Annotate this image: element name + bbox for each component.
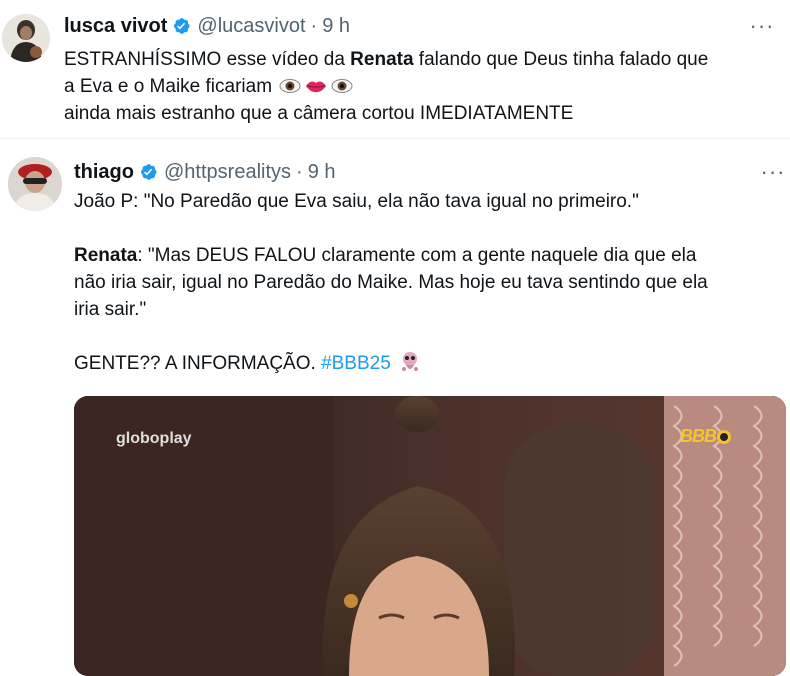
more-options-icon[interactable]: ··· xyxy=(749,15,775,40)
verified-badge-icon[interactable] xyxy=(138,162,158,182)
display-name[interactable]: thiago xyxy=(74,160,134,184)
tweet-text: ESTRANHÍSSIMO esse vídeo da Renata falan… xyxy=(64,46,708,127)
avatar-image xyxy=(8,157,62,211)
tweet-line-3: ainda mais estranho que a câmera cortou … xyxy=(64,100,708,127)
globoplay-watermark: globoplay xyxy=(116,430,192,447)
eye-emoji-icon xyxy=(331,75,353,93)
eye-emoji-icon xyxy=(279,75,301,93)
tweet-para-3: GENTE?? A INFORMAÇÃO. #BBB25 xyxy=(74,350,708,377)
bold-text: Renata xyxy=(74,245,138,266)
verified-badge-icon[interactable] xyxy=(171,16,191,36)
more-options-icon[interactable]: ··· xyxy=(760,161,786,186)
tweet-lucasvivot[interactable]: lusca vivot @lucasvivot · 9 h ··· ESTRAN… xyxy=(0,0,790,138)
handle[interactable]: @httpsrealitys xyxy=(164,160,291,184)
avatar-image xyxy=(2,14,50,62)
text-segment: ainda mais estranho que a câmera cortou … xyxy=(64,103,574,124)
tweet-para-2-line-3: iria sair." xyxy=(74,299,147,320)
tweet-header: thiago @httpsrealitys · 9 h xyxy=(74,160,336,184)
timestamp[interactable]: 9 h xyxy=(322,14,350,38)
bbb-logo: BBB xyxy=(680,426,731,447)
handle[interactable]: @lucasvivot xyxy=(197,14,305,38)
bbb-logo-text: BBB xyxy=(680,426,717,446)
text-segment: falando que Deus tinha falado que xyxy=(413,49,709,70)
avatar-httpsrealitys[interactable] xyxy=(8,157,62,211)
tweet-text: João P: "No Paredão que Eva saiu, ela nã… xyxy=(74,188,708,377)
separator-dot: · xyxy=(296,161,303,183)
bbb-eye-icon xyxy=(717,429,731,444)
tweet-para-2-line-2: não iria sair, igual no Paredão do Maike… xyxy=(74,272,708,293)
text-segment: a Eva e o Maike ficariam xyxy=(64,76,273,97)
text-segment: GENTE?? A INFORMAÇÃO. xyxy=(74,353,322,374)
alien-emoji-icon xyxy=(400,351,420,373)
text-segment: : "Mas DEUS FALOU claramente com a gente… xyxy=(137,245,697,266)
bold-text: Renata xyxy=(350,49,414,70)
tweet-para-1: João P: "No Paredão que Eva saiu, ela nã… xyxy=(74,191,639,212)
tweet-header: lusca vivot @lucasvivot · 9 h xyxy=(64,14,350,38)
tweet-para-2-line-1: Renata: "Mas DEUS FALOU claramente com a… xyxy=(74,242,708,269)
lips-emoji-icon xyxy=(305,75,327,93)
tweet-media-video[interactable]: globoplay BBB xyxy=(74,396,786,676)
avatar-lucasvivot[interactable] xyxy=(2,14,50,62)
separator-dot: · xyxy=(310,15,318,37)
display-name[interactable]: lusca vivot xyxy=(64,14,167,38)
tweet-line-1: ESTRANHÍSSIMO esse vídeo da Renata falan… xyxy=(64,46,708,73)
timestamp[interactable]: 9 h xyxy=(308,160,336,184)
hashtag-link[interactable]: #BBB25 xyxy=(321,353,391,374)
tweet-line-2: a Eva e o Maike ficariam xyxy=(64,73,708,100)
text-segment: ESTRANHÍSSIMO esse vídeo da xyxy=(64,49,351,70)
